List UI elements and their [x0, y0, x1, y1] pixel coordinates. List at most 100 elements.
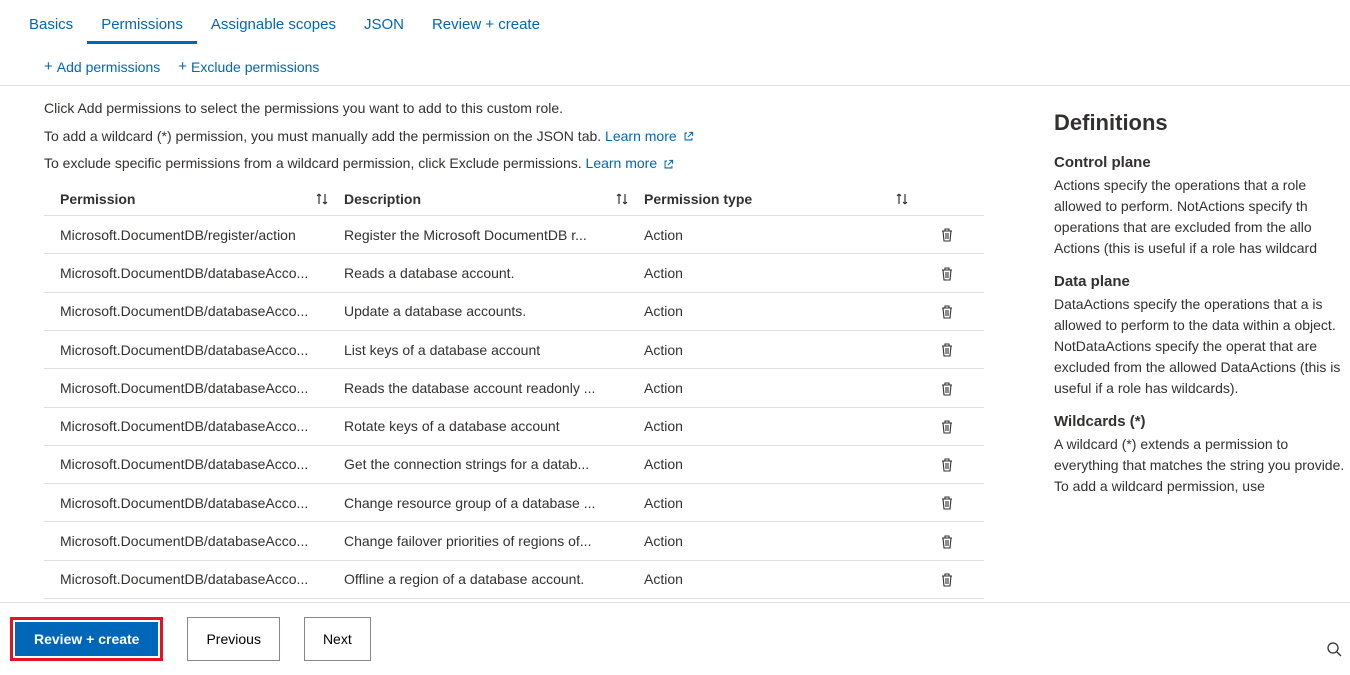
plus-icon: +: [44, 58, 53, 75]
table-row: Microsoft.DocumentDB/databaseAcco...Upda…: [44, 293, 984, 331]
next-button[interactable]: Next: [304, 617, 371, 661]
external-link-icon: [683, 131, 694, 142]
cell-type: Action: [644, 342, 924, 358]
learn-more-link[interactable]: Learn more: [605, 128, 677, 144]
table-row: Microsoft.DocumentDB/databaseAcco...List…: [44, 331, 984, 369]
action-bar: + Add permissions + Exclude permissions: [0, 44, 1350, 86]
search-icon[interactable]: [1326, 641, 1342, 657]
delete-icon[interactable]: [939, 534, 955, 550]
control-plane-text: Actions specify the operations that a ro…: [1054, 175, 1350, 259]
definitions-title: Definitions: [1054, 110, 1350, 136]
table-row: Microsoft.DocumentDB/databaseAcco...Get …: [44, 446, 984, 484]
cell-actions: [924, 303, 984, 320]
delete-icon[interactable]: [939, 457, 955, 473]
cell-type: Action: [644, 303, 924, 319]
data-plane-heading: Data plane: [1054, 273, 1350, 290]
cell-type: Action: [644, 495, 924, 511]
cell-description: List keys of a database account: [344, 342, 644, 358]
delete-icon[interactable]: [939, 572, 955, 588]
definitions-panel: Definitions Control plane Actions specif…: [1020, 86, 1350, 599]
table-row: Microsoft.DocumentDB/databaseAcco...Rota…: [44, 408, 984, 446]
table-row: Microsoft.DocumentDB/register/actionRegi…: [44, 216, 984, 254]
cell-type: Action: [644, 533, 924, 549]
cell-description: Change resource group of a database ...: [344, 495, 644, 511]
cell-actions: [924, 532, 984, 549]
delete-icon[interactable]: [939, 495, 955, 511]
cell-type: Action: [644, 456, 924, 472]
cell-permission: Microsoft.DocumentDB/databaseAcco...: [44, 533, 344, 549]
cell-actions: [924, 494, 984, 511]
table-header: Permission Description Permission type: [44, 183, 984, 216]
cell-permission: Microsoft.DocumentDB/databaseAcco...: [44, 456, 344, 472]
col-actions: [924, 191, 984, 207]
cell-actions: [924, 456, 984, 473]
cell-permission: Microsoft.DocumentDB/databaseAcco...: [44, 303, 344, 319]
cell-description: Reads the database account readonly ...: [344, 380, 644, 396]
footer-bar: Review + create Previous Next: [0, 602, 1350, 675]
cell-actions: [924, 571, 984, 588]
learn-more-link[interactable]: Learn more: [586, 155, 658, 171]
cell-type: Action: [644, 227, 924, 243]
cell-type: Action: [644, 380, 924, 396]
review-create-highlight: Review + create: [10, 617, 163, 661]
table-row: Microsoft.DocumentDB/databaseAcco...Chan…: [44, 484, 984, 522]
tab-assignable-scopes[interactable]: Assignable scopes: [197, 8, 350, 44]
col-permission[interactable]: Permission: [44, 191, 344, 207]
help-line2: To add a wildcard (*) permission, you mu…: [44, 126, 1020, 148]
cell-permission: Microsoft.DocumentDB/databaseAcco...: [44, 342, 344, 358]
sort-icon: [614, 191, 630, 207]
cell-description: Change failover priorities of regions of…: [344, 533, 644, 549]
cell-actions: [924, 379, 984, 396]
delete-icon[interactable]: [939, 227, 955, 243]
main-panel: Click Add permissions to select the perm…: [0, 86, 1020, 599]
table-row: Microsoft.DocumentDB/databaseAcco...Chan…: [44, 522, 984, 560]
table-row: Microsoft.DocumentDB/databaseAcco...Read…: [44, 369, 984, 407]
cell-permission: Microsoft.DocumentDB/databaseAcco...: [44, 418, 344, 434]
cell-description: Update a database accounts.: [344, 303, 644, 319]
cell-actions: [924, 226, 984, 243]
exclude-permissions-label: Exclude permissions: [191, 59, 319, 75]
cell-type: Action: [644, 265, 924, 281]
col-description[interactable]: Description: [344, 191, 644, 207]
cell-permission: Microsoft.DocumentDB/databaseAcco...: [44, 265, 344, 281]
wildcards-heading: Wildcards (*): [1054, 413, 1350, 430]
cell-actions: [924, 418, 984, 435]
cell-permission: Microsoft.DocumentDB/register/action: [44, 227, 344, 243]
cell-type: Action: [644, 571, 924, 587]
col-permission-type[interactable]: Permission type: [644, 191, 924, 207]
table-row: Microsoft.DocumentDB/databaseAcco...Offl…: [44, 561, 984, 599]
delete-icon[interactable]: [939, 381, 955, 397]
help-line1: Click Add permissions to select the perm…: [44, 98, 1020, 120]
exclude-permissions-button[interactable]: + Exclude permissions: [178, 58, 319, 75]
tab-json[interactable]: JSON: [350, 8, 418, 44]
cell-permission: Microsoft.DocumentDB/databaseAcco...: [44, 380, 344, 396]
delete-icon[interactable]: [939, 419, 955, 435]
tab-basics[interactable]: Basics: [15, 8, 87, 44]
cell-description: Rotate keys of a database account: [344, 418, 644, 434]
cell-description: Reads a database account.: [344, 265, 644, 281]
add-permissions-button[interactable]: + Add permissions: [44, 58, 160, 75]
tab-permissions[interactable]: Permissions: [87, 8, 197, 44]
cell-permission: Microsoft.DocumentDB/databaseAcco...: [44, 495, 344, 511]
previous-button[interactable]: Previous: [187, 617, 279, 661]
sort-icon: [894, 191, 910, 207]
sort-icon: [314, 191, 330, 207]
add-permissions-label: Add permissions: [57, 59, 161, 75]
delete-icon[interactable]: [939, 304, 955, 320]
table-row: Microsoft.DocumentDB/databaseAcco...Read…: [44, 254, 984, 292]
delete-icon[interactable]: [939, 342, 955, 358]
tab-review-create[interactable]: Review + create: [418, 8, 554, 44]
cell-description: Register the Microsoft DocumentDB r...: [344, 227, 644, 243]
tabs-bar: Basics Permissions Assignable scopes JSO…: [0, 0, 1350, 44]
plus-icon: +: [178, 58, 187, 75]
cell-type: Action: [644, 418, 924, 434]
cell-description: Offline a region of a database account.: [344, 571, 644, 587]
cell-description: Get the connection strings for a datab..…: [344, 456, 644, 472]
control-plane-heading: Control plane: [1054, 154, 1350, 171]
data-plane-text: DataActions specify the operations that …: [1054, 294, 1350, 399]
cell-permission: Microsoft.DocumentDB/databaseAcco...: [44, 571, 344, 587]
help-line3: To exclude specific permissions from a w…: [44, 153, 1020, 175]
cell-actions: [924, 341, 984, 358]
review-create-button[interactable]: Review + create: [15, 622, 158, 656]
delete-icon[interactable]: [939, 266, 955, 282]
